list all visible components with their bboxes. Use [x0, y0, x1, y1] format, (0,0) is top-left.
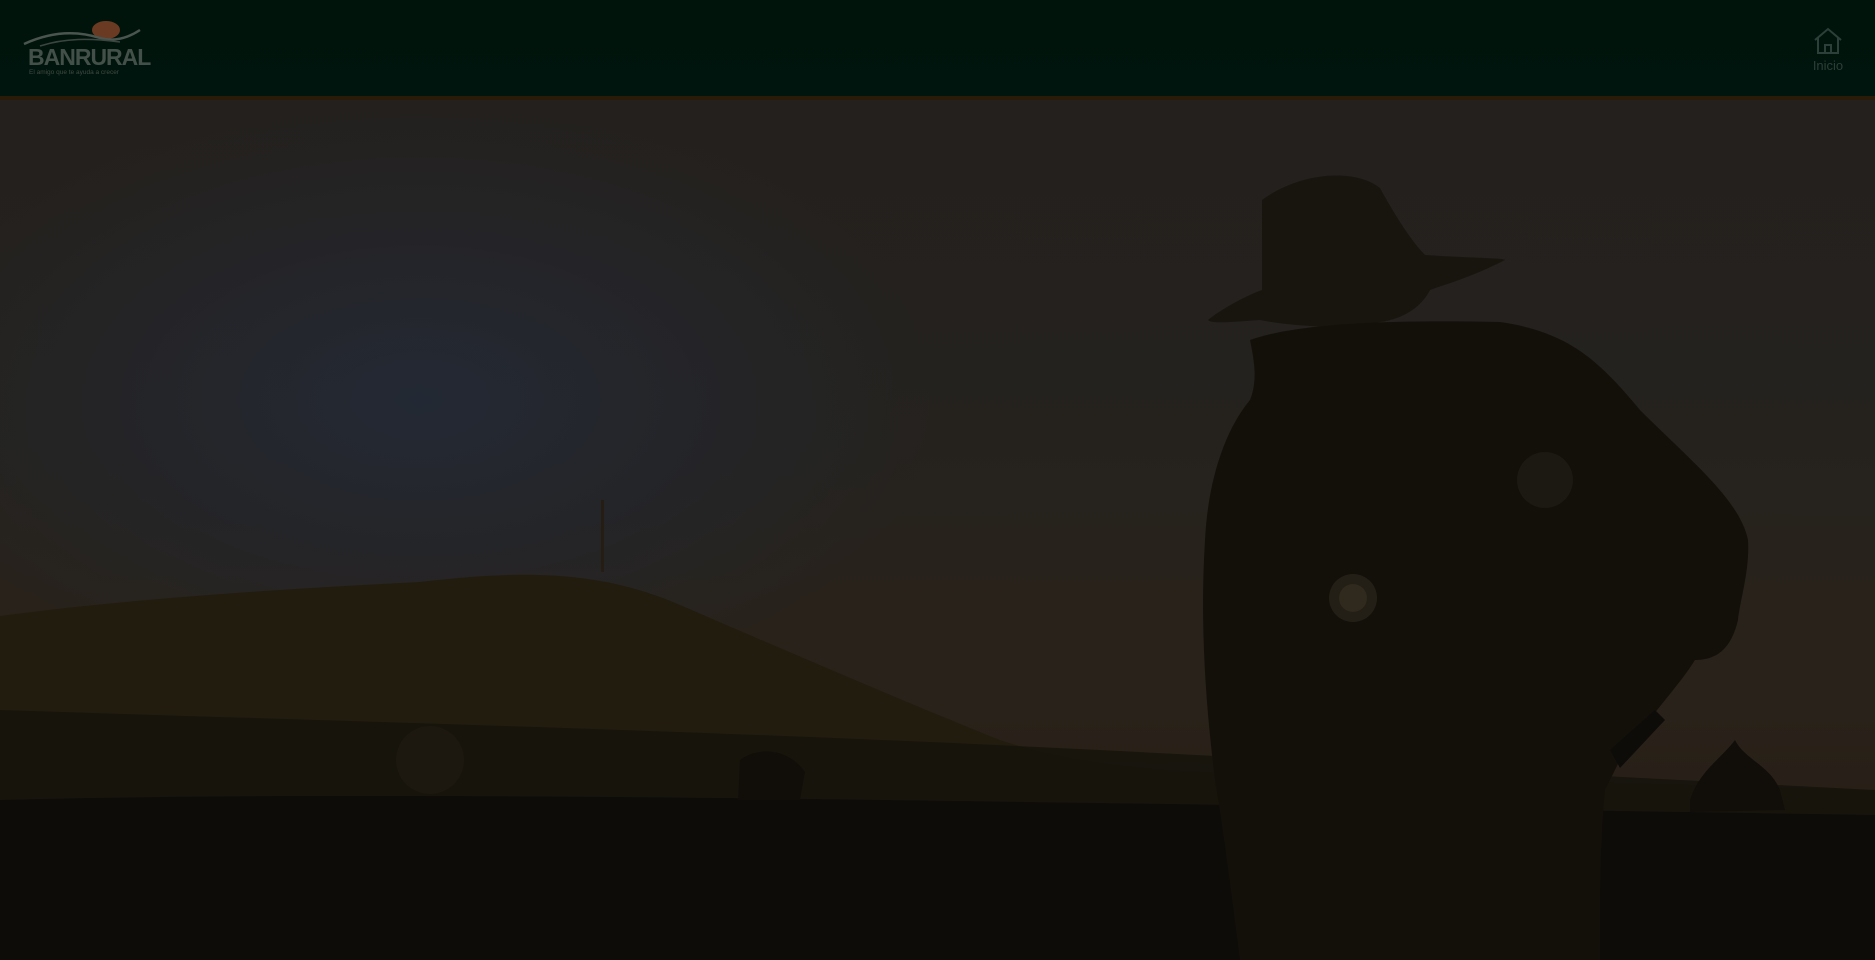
banrural-logo[interactable]: BANRURAL El amigo que te ayuda a crecer: [20, 16, 151, 82]
home-icon: [1814, 27, 1842, 54]
home-label: Inicio: [1812, 58, 1844, 73]
logo-slogan: El amigo que te ayuda a crecer: [29, 69, 119, 76]
logo-wordmark: BANRURAL: [28, 44, 151, 70]
hero-banner: [0, 100, 1875, 960]
hero-dim-overlay: [0, 100, 1875, 960]
top-header: BANRURAL El amigo que te ayuda a crecer …: [0, 0, 1875, 100]
home-nav-button[interactable]: Inicio: [1803, 24, 1853, 76]
